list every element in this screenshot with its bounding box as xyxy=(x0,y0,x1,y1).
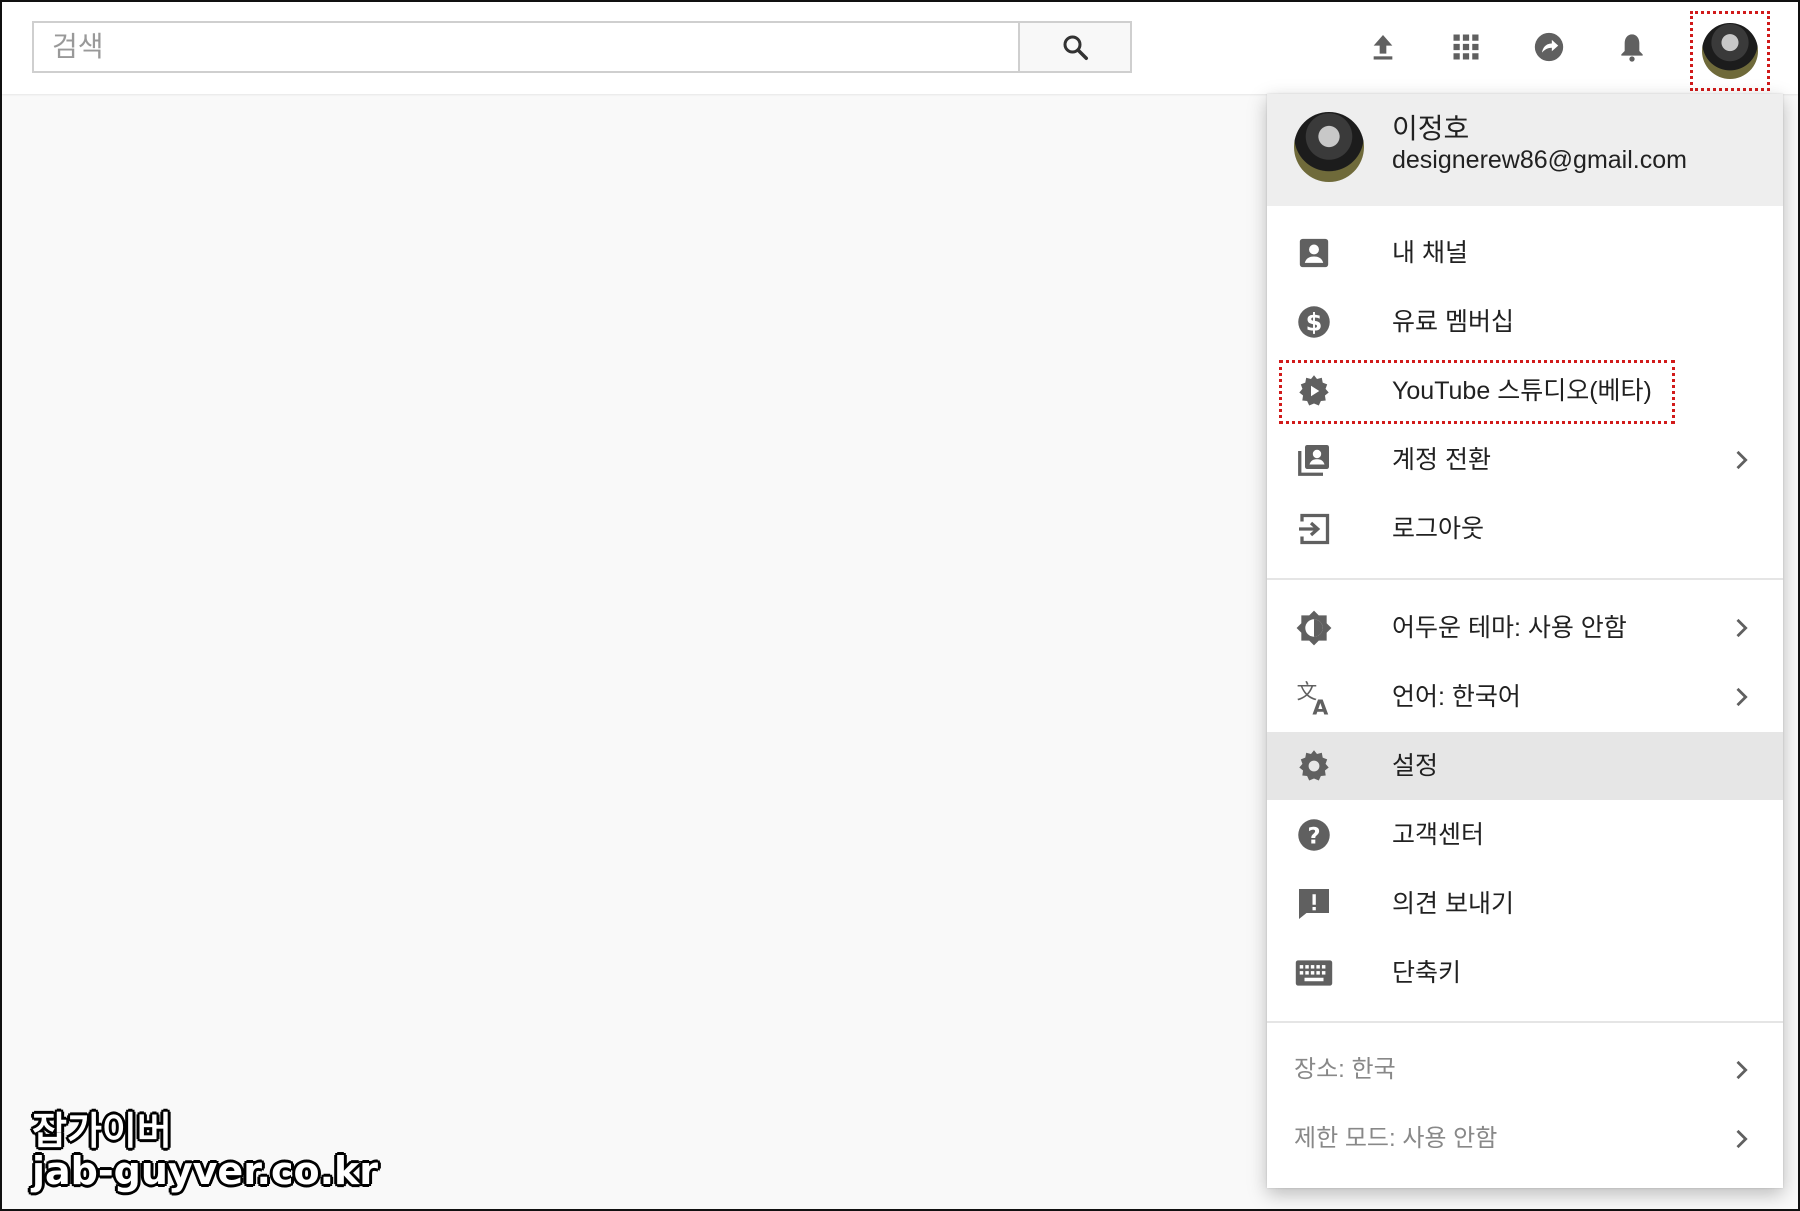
feedback-icon xyxy=(1294,884,1334,924)
watermark-url: jab-guyver.co.kr xyxy=(32,1148,379,1193)
menu-item-label: 고객센터 xyxy=(1392,821,1485,849)
help-icon: ? xyxy=(1294,815,1334,855)
menu-item-label: 제한 모드: 사용 안함 xyxy=(1294,1125,1498,1152)
menu-item-label: 계정 전환 xyxy=(1392,446,1491,474)
search-button[interactable] xyxy=(1020,21,1132,73)
chevron-right-icon xyxy=(1736,687,1748,707)
dark-theme-icon xyxy=(1294,608,1334,648)
search-icon xyxy=(1063,35,1088,60)
share-icon xyxy=(1534,32,1564,62)
menu-item-label: 로그아웃 xyxy=(1392,515,1485,543)
menu-item-label: 내 채널 xyxy=(1392,239,1468,267)
page-background: 검색 이정호 designerew86@gmail.com 내 채널 $ 유료 … xyxy=(0,0,1800,1211)
menu-item-restricted-mode[interactable]: 제한 모드: 사용 안함 xyxy=(1267,1105,1783,1173)
svg-text:$: $ xyxy=(1306,308,1323,336)
watermark: 잡가이버 jab-guyver.co.kr xyxy=(32,1109,379,1193)
menu-item-feedback[interactable]: 의견 보내기 xyxy=(1267,870,1783,938)
menu-divider xyxy=(1267,1021,1783,1023)
menu-item-label: 단축키 xyxy=(1392,959,1462,987)
notifications-bell-icon xyxy=(1621,34,1643,62)
menu-item-sign-out[interactable]: 로그아웃 xyxy=(1267,495,1783,563)
avatar xyxy=(1702,23,1758,79)
upload-button[interactable] xyxy=(1360,24,1406,70)
avatar xyxy=(1294,112,1364,182)
menu-item-keyboard-shortcuts[interactable]: 단축키 xyxy=(1267,939,1783,1007)
menu-item-label: 언어: 한국어 xyxy=(1392,683,1521,711)
share-button[interactable] xyxy=(1526,24,1572,70)
search-input[interactable]: 검색 xyxy=(32,21,1020,73)
menu-item-switch-account[interactable]: 계정 전환 xyxy=(1267,426,1783,494)
menu-item-help[interactable]: ? 고객센터 xyxy=(1267,801,1783,869)
account-avatar-button[interactable] xyxy=(1690,11,1770,91)
chevron-right-icon xyxy=(1736,1060,1748,1080)
account-menu: 이정호 designerew86@gmail.com 내 채널 $ 유료 멤버십… xyxy=(1267,94,1783,1188)
watermark-title: 잡가이버 xyxy=(32,1109,172,1153)
menu-item-label: 어두운 테마: 사용 안함 xyxy=(1392,614,1627,642)
menu-item-dark-theme[interactable]: 어두운 테마: 사용 안함 xyxy=(1267,594,1783,662)
svg-text:?: ? xyxy=(1307,823,1320,849)
menu-item-settings[interactable]: 설정 xyxy=(1267,732,1783,800)
menu-item-label: 유료 멤버십 xyxy=(1392,308,1514,336)
highlight-annotation xyxy=(1279,360,1675,424)
chevron-right-icon xyxy=(1736,1129,1748,1149)
apps-button[interactable] xyxy=(1443,24,1489,70)
chevron-right-icon xyxy=(1736,618,1748,638)
notifications-button[interactable] xyxy=(1609,24,1655,70)
masthead: 검색 xyxy=(2,2,1798,94)
menu-item-paid-memberships[interactable]: $ 유료 멤버십 xyxy=(1267,288,1783,356)
menu-divider xyxy=(1267,578,1783,580)
translate-icon: 文A xyxy=(1294,677,1334,717)
dollar-circle-icon: $ xyxy=(1294,302,1334,342)
menu-item-label: 의견 보내기 xyxy=(1392,890,1514,918)
svg-text:A: A xyxy=(1312,695,1328,716)
settings-gear-icon xyxy=(1294,746,1334,786)
menu-item-language[interactable]: 文A 언어: 한국어 xyxy=(1267,663,1783,731)
menu-item-my-channel[interactable]: 내 채널 xyxy=(1267,219,1783,287)
menu-item-label: 장소: 한국 xyxy=(1294,1056,1396,1083)
menu-item-location[interactable]: 장소: 한국 xyxy=(1267,1036,1783,1104)
logout-icon xyxy=(1294,509,1334,549)
account-name: 이정호 xyxy=(1392,113,1470,144)
apps-grid-icon xyxy=(1453,34,1479,60)
menu-item-label: 설정 xyxy=(1392,752,1439,780)
upload-icon xyxy=(1373,35,1393,60)
account-box-icon xyxy=(1294,233,1334,273)
chevron-right-icon xyxy=(1736,450,1748,470)
account-email: designerew86@gmail.com xyxy=(1392,146,1687,174)
account-header: 이정호 designerew86@gmail.com xyxy=(1267,94,1783,206)
keyboard-icon xyxy=(1294,953,1334,993)
switch-account-icon xyxy=(1294,440,1334,480)
